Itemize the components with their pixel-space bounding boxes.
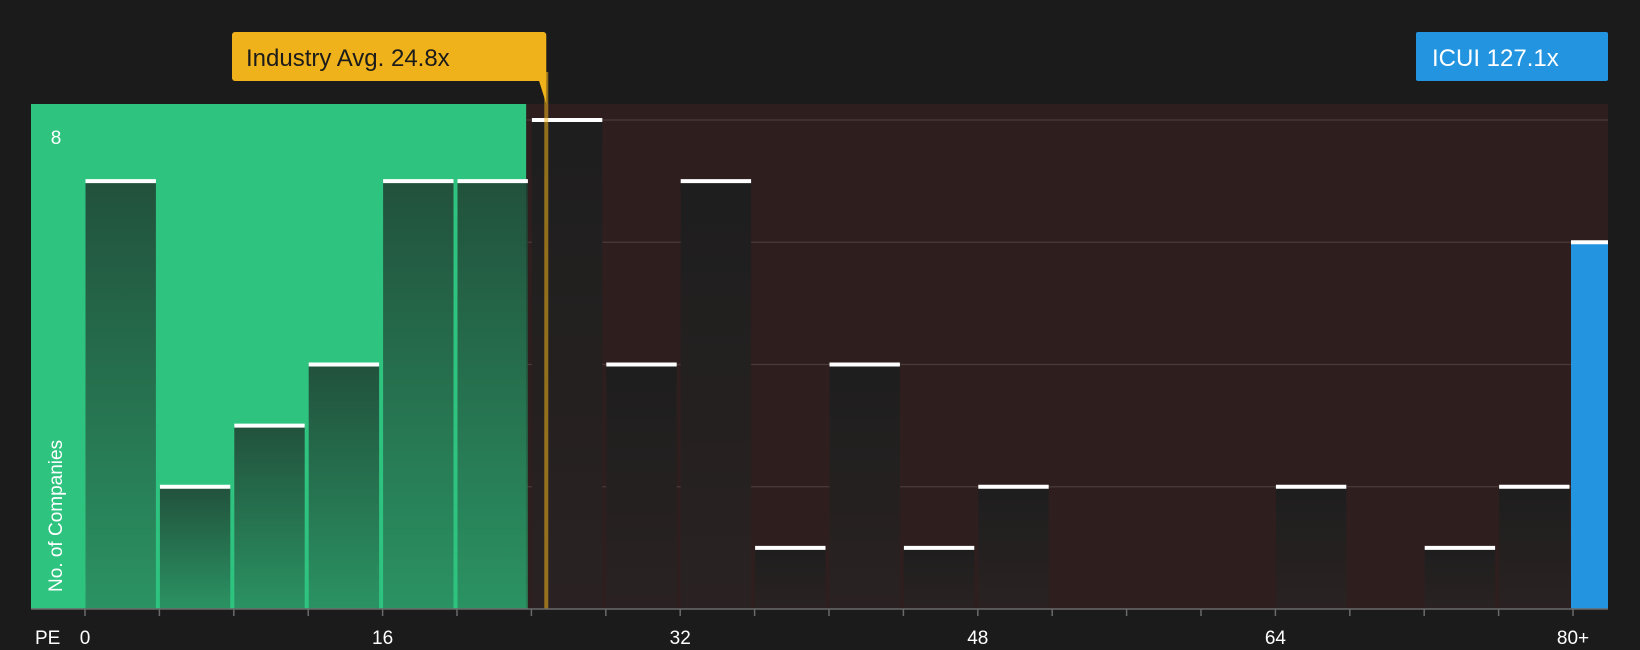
bar-top-cap: [383, 179, 454, 184]
company-pe-label: ICUI 127.1x: [1432, 45, 1559, 72]
industry-avg-label: Industry Avg. 24.8x: [246, 45, 450, 72]
bar-top-cap: [234, 423, 305, 428]
x-tick-label: 64: [1265, 628, 1287, 649]
histogram-bar: [680, 181, 752, 609]
bar-top-cap: [1275, 484, 1347, 489]
histogram-bar: [755, 547, 826, 609]
bar-top-cap: [903, 545, 975, 550]
x-tick-label: 0: [80, 628, 91, 649]
histogram-bar: [829, 364, 900, 609]
histogram-bar: [531, 120, 603, 609]
histogram-bar: [606, 364, 677, 609]
x-tick-label: 48: [967, 628, 988, 649]
bar-top-cap: [606, 362, 677, 367]
bar-top-cap: [85, 179, 156, 184]
histogram-bar: [159, 486, 231, 609]
histogram-bar: [1424, 547, 1496, 609]
bar-top-cap: [457, 179, 528, 184]
histogram-bar: [978, 486, 1049, 609]
bar-top-cap: [1499, 484, 1570, 489]
callouts: Industry Avg. 24.8x ICUI 127.1x: [232, 32, 1608, 81]
bar-top-cap: [1424, 545, 1496, 550]
histogram-bar: [903, 547, 975, 609]
histogram-bar: [308, 364, 380, 609]
bar-top-cap: [978, 484, 1049, 489]
y-axis-label: No. of Companies: [46, 440, 67, 592]
bar-top-cap: [308, 362, 380, 367]
company-bar-group: [1571, 240, 1608, 609]
pe-distribution-chart: 0 16 32 48 64 80+ 8 No. of Companies PE Indus…: [0, 0, 1640, 650]
bar-top-cap: [755, 545, 826, 550]
chart-canvas: 0 16 32 48 64 80+ 8 No. of Companies PE Indus…: [31, 32, 1608, 649]
histogram-bar: [1275, 486, 1347, 609]
bar-top-cap: [159, 484, 231, 489]
y-tick-label: 8: [51, 128, 62, 149]
histogram-bar: [85, 181, 156, 609]
x-tick-label: 80+: [1557, 628, 1589, 649]
bar-top-cap: [680, 179, 752, 184]
x-axis-label: PE: [35, 628, 60, 649]
histogram-bar: [383, 181, 454, 609]
histogram-bar: [234, 425, 305, 609]
histogram-bar: [457, 181, 528, 609]
bar-top-cap: [829, 362, 900, 367]
x-tick-label: 32: [670, 628, 691, 649]
company-bar-top-cap: [1571, 240, 1608, 245]
bar-top-cap: [531, 118, 603, 122]
company-pe-bar: [1571, 242, 1608, 609]
x-tick-label: 16: [372, 628, 393, 649]
histogram-bar: [1499, 486, 1570, 609]
x-axis: 0 16 32 48 64 80+: [31, 608, 1608, 649]
